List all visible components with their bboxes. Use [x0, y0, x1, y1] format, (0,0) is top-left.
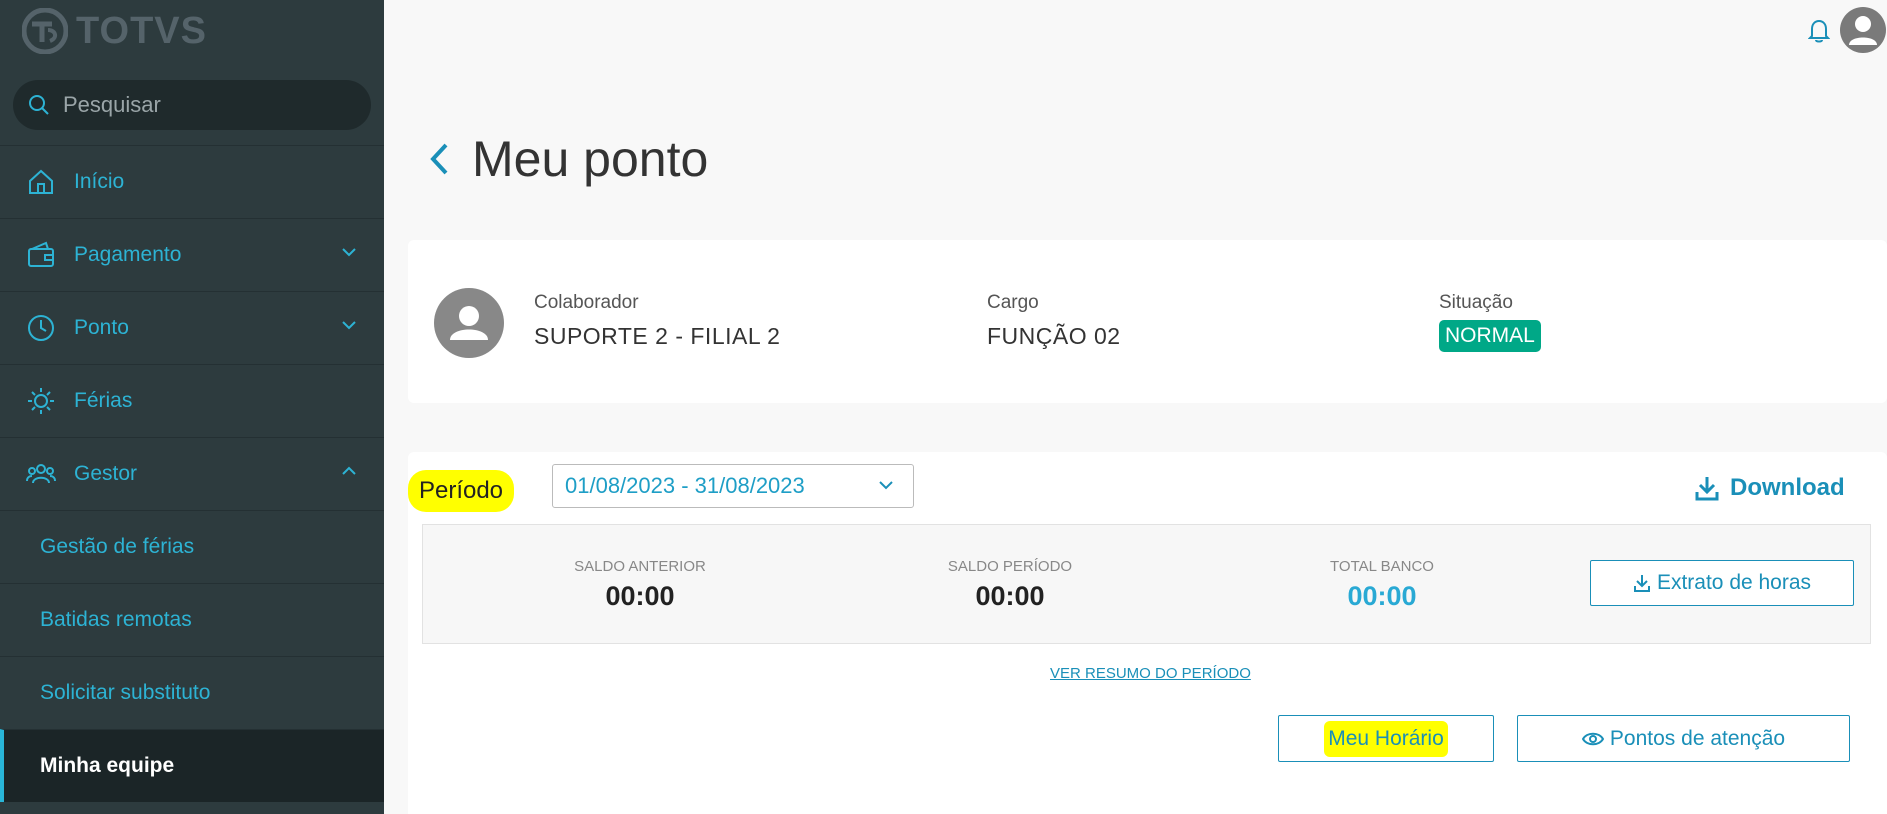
meu-horario-button[interactable]: Meu Horário — [1278, 715, 1494, 762]
page-title: Meu ponto — [472, 131, 709, 187]
sidebar-item-label: Gestor — [74, 462, 138, 485]
ver-resumo-link[interactable]: VER RESUMO DO PERÍODO — [1050, 665, 1251, 682]
bell-icon[interactable] — [1808, 18, 1830, 44]
colaborador-label: Colaborador — [534, 292, 639, 313]
sidebar-item-inicio[interactable]: Início — [0, 145, 384, 218]
search-bar[interactable] — [13, 80, 371, 130]
saldo-periodo-label: SALDO PERÍODO — [947, 558, 1073, 575]
totvs-logo[interactable]: TOTVS — [22, 4, 207, 58]
pontos-atencao-button[interactable]: Pontos de atenção — [1517, 715, 1850, 762]
cargo-label: Cargo — [987, 292, 1039, 313]
period-select-value: 01/08/2023 - 31/08/2023 — [565, 473, 805, 498]
sidebar-subitem-solicitar-substituto[interactable]: Solicitar substituto — [0, 656, 384, 729]
sidebar-item-ferias[interactable]: Férias — [0, 364, 384, 437]
sidebar-subitem-label: Solicitar substituto — [40, 681, 211, 704]
totvs-logo-icon — [22, 8, 68, 54]
download-button[interactable]: Download — [1694, 474, 1845, 502]
sidebar-menu: Início Pagamento Ponto Férias Gestor Ges… — [0, 145, 384, 802]
user-avatar-icon — [1849, 16, 1877, 45]
total-banco-value: 00:00 — [1347, 581, 1417, 611]
sidebar-subitem-label: Batidas remotas — [40, 608, 192, 631]
sidebar-subitem-label: Minha equipe — [40, 754, 175, 777]
chevron-up-icon — [342, 466, 356, 475]
balance-summary: SALDO ANTERIOR 00:00 SALDO PERÍODO 00:00… — [422, 524, 1871, 644]
cargo-value: FUNÇÃO 02 — [987, 323, 1121, 349]
sidebar-subitem-minha-equipe[interactable]: Minha equipe — [0, 729, 384, 802]
sidebar: TOTVS Início Pagamento — [0, 0, 384, 814]
status-badge: NORMAL — [1439, 320, 1541, 352]
sidebar-item-label: Férias — [74, 389, 133, 412]
extrato-horas-label: Extrato de horas — [1656, 571, 1812, 594]
period-card: Período 01/08/2023 - 31/08/2023 Download… — [408, 452, 1887, 814]
period-select[interactable]: 01/08/2023 - 31/08/2023 — [552, 464, 914, 508]
saldo-anterior-value: 00:00 — [605, 581, 675, 611]
user-avatar-icon — [450, 306, 488, 340]
eye-icon — [1581, 732, 1604, 745]
sun-icon — [28, 388, 54, 414]
download-icon — [1633, 575, 1650, 592]
extrato-horas-button[interactable]: Extrato de horas — [1590, 560, 1854, 606]
saldo-periodo-value: 00:00 — [975, 581, 1045, 611]
search-input[interactable] — [61, 91, 345, 119]
download-icon — [1695, 477, 1719, 501]
users-icon — [26, 464, 56, 484]
user-avatar[interactable] — [1840, 7, 1886, 53]
chevron-down-icon — [342, 321, 356, 330]
chevron-down-icon — [879, 481, 893, 490]
clock-icon — [28, 315, 54, 341]
home-icon — [29, 169, 53, 194]
period-label: Período — [408, 470, 514, 512]
colaborador-value: SUPORTE 2 - FILIAL 2 — [534, 323, 781, 349]
sidebar-item-ponto[interactable]: Ponto — [0, 291, 384, 364]
sidebar-item-label: Ponto — [74, 316, 129, 339]
saldo-anterior-label: SALDO ANTERIOR — [574, 558, 706, 575]
saldo-anterior: SALDO ANTERIOR 00:00 — [530, 558, 750, 612]
page-header: Meu ponto — [428, 130, 708, 188]
meu-horario-label: Meu Horário — [1324, 720, 1448, 757]
pontos-atencao-label: Pontos de atenção — [1609, 726, 1786, 750]
sidebar-subitem-batidas-remotas[interactable]: Batidas remotas — [0, 583, 384, 656]
saldo-periodo: SALDO PERÍODO 00:00 — [900, 558, 1120, 612]
wallet-icon — [28, 241, 54, 267]
sidebar-item-label: Pagamento — [74, 243, 182, 266]
employee-avatar — [434, 288, 504, 358]
sidebar-subitem-label: Gestão de férias — [40, 535, 195, 558]
sidebar-subitem-gestao-ferias[interactable]: Gestão de férias — [0, 510, 384, 583]
sidebar-item-label: Início — [74, 170, 125, 193]
search-icon — [29, 95, 49, 115]
situacao-label: Situação — [1439, 292, 1513, 313]
sidebar-item-gestor[interactable]: Gestor — [0, 437, 384, 510]
chevron-down-icon — [342, 248, 356, 257]
employee-card: Colaborador SUPORTE 2 - FILIAL 2 Cargo F… — [408, 240, 1887, 403]
total-banco-label: TOTAL BANCO — [1330, 558, 1434, 575]
logo-text: TOTVS — [76, 9, 207, 52]
total-banco: TOTAL BANCO 00:00 — [1272, 558, 1492, 612]
chevron-left-icon[interactable] — [428, 141, 450, 177]
download-label: Download — [1730, 474, 1845, 501]
sidebar-item-pagamento[interactable]: Pagamento — [0, 218, 384, 291]
